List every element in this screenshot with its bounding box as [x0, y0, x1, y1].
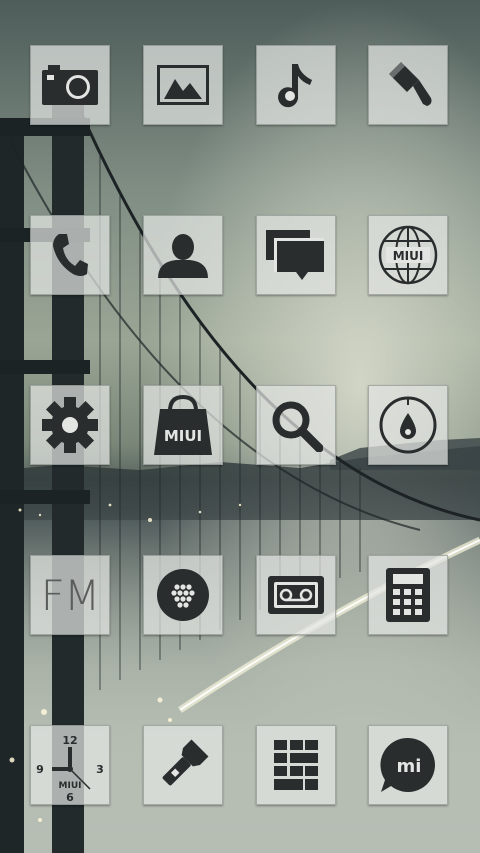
gallery-app-icon[interactable] — [143, 45, 223, 125]
clock-9-label: 9 — [36, 763, 44, 776]
voice-recorder-icon — [268, 576, 324, 614]
fm-radio-icon: FM — [40, 570, 100, 620]
browser-globe-icon: MIUI — [378, 225, 438, 285]
browser-app-icon[interactable]: MIUI — [368, 215, 448, 295]
voice-recorder-app-icon[interactable] — [256, 555, 336, 635]
clock-6-label: 6 — [66, 791, 74, 803]
music-app-icon[interactable] — [256, 45, 336, 125]
cleaner-app-icon[interactable] — [143, 555, 223, 635]
market-miui-label: MIUI — [164, 427, 202, 445]
browser-miui-label: MIUI — [393, 249, 424, 263]
flashlight-icon — [162, 739, 209, 786]
file-manager-app-icon[interactable] — [256, 725, 336, 805]
mi-logo-label: mi — [397, 756, 422, 777]
search-icon — [272, 401, 323, 452]
theme-app-icon[interactable] — [368, 45, 448, 125]
mi-talk-app-icon[interactable]: mi — [368, 725, 448, 805]
settings-app-icon[interactable] — [30, 385, 110, 465]
camera-icon — [42, 65, 98, 105]
clock-brand-label: MIUI — [59, 781, 82, 791]
flashlight-app-icon[interactable] — [143, 725, 223, 805]
market-bag-icon: MIUI — [154, 395, 212, 455]
theme-brush-icon — [389, 62, 432, 106]
messages-app-icon[interactable] — [256, 215, 336, 295]
contacts-icon — [158, 234, 208, 278]
clock-12-label: 12 — [62, 734, 77, 747]
music-icon — [278, 64, 312, 108]
calculator-app-icon[interactable] — [368, 555, 448, 635]
search-app-icon[interactable] — [256, 385, 336, 465]
calculator-icon — [386, 568, 430, 622]
market-app-icon[interactable]: MIUI — [143, 385, 223, 465]
phone-icon — [53, 234, 88, 276]
cleaner-dots-icon — [157, 569, 209, 621]
phone-app-icon[interactable] — [30, 215, 110, 295]
compass-app-icon[interactable] — [368, 385, 448, 465]
mi-talk-icon: mi — [380, 737, 435, 792]
file-manager-icon — [274, 740, 318, 790]
messages-icon — [266, 230, 324, 280]
gallery-icon — [157, 65, 209, 105]
settings-gear-icon — [42, 397, 98, 453]
clock-app-icon[interactable]: 12 3 6 9 MIUI — [30, 725, 110, 805]
camera-app-icon[interactable] — [30, 45, 110, 125]
contacts-app-icon[interactable] — [143, 215, 223, 295]
fm-radio-app-icon[interactable]: FM — [30, 555, 110, 635]
clock-3-label: 3 — [96, 763, 104, 776]
compass-icon — [379, 396, 437, 454]
clock-icon: 12 3 6 9 MIUI — [36, 734, 104, 803]
